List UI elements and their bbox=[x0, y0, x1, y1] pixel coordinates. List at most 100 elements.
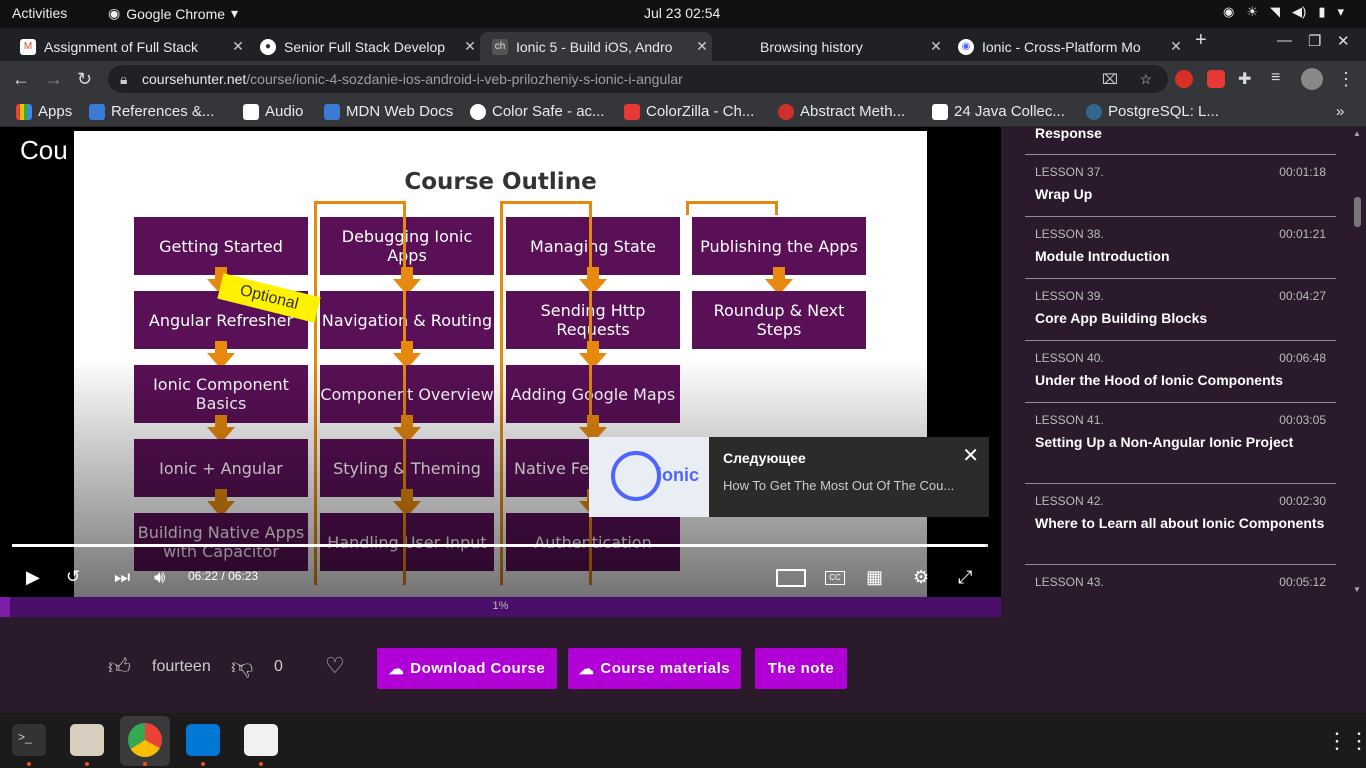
lesson-number: LESSON 37. bbox=[1035, 165, 1104, 179]
lesson-item[interactable]: LESSON 43. 00:05:12 Using Basic Ionic Comp… bbox=[1025, 565, 1336, 597]
extension-video-icon[interactable] bbox=[1207, 70, 1225, 88]
tab-ionic-framework[interactable]: ◉ Ionic - Cross-Platform Mo ✕ bbox=[946, 32, 1186, 61]
reload-icon[interactable]: ↻ bbox=[77, 69, 92, 90]
close-icon[interactable]: ✕ bbox=[1166, 38, 1186, 55]
cloud-download-icon: ☁ bbox=[578, 660, 595, 678]
tab-assignment[interactable]: M Assignment of Full Stack ✕ bbox=[8, 32, 248, 61]
up-next-title[interactable]: How To Get The Most Out Of The Cou... bbox=[723, 478, 979, 493]
vscode-icon[interactable] bbox=[186, 724, 220, 756]
close-icon[interactable]: ✕ bbox=[926, 38, 946, 55]
up-next-card[interactable]: ionic Следующее How To Get The Most Out … bbox=[589, 437, 989, 517]
amazon-icon bbox=[243, 103, 259, 120]
grid-icon[interactable]: ▦ bbox=[866, 567, 883, 588]
app-menu[interactable]: ◉ Google Chrome ▾ bbox=[108, 5, 238, 22]
lesson-item[interactable]: LESSON 37. 00:01:18 Wrap Up bbox=[1025, 155, 1336, 217]
running-indicator bbox=[27, 762, 31, 766]
back-icon[interactable]: ← bbox=[12, 69, 30, 90]
close-icon[interactable]: ✕ bbox=[228, 38, 248, 55]
bookmark-mdn[interactable]: MDN Web Docs bbox=[324, 103, 453, 120]
clock[interactable]: Jul 23 02:54 bbox=[644, 5, 720, 21]
slide-title: Course Outline bbox=[404, 169, 597, 195]
video-title: Cou bbox=[20, 135, 68, 165]
tab-browsing-history[interactable]: Browsing history ✕ bbox=[724, 32, 946, 61]
extensions-puzzle-icon[interactable]: ✚ bbox=[1238, 69, 1251, 89]
play-icon[interactable]: ▶ bbox=[26, 567, 40, 588]
lesson-number: LESSON 38. bbox=[1035, 227, 1104, 241]
activities-button[interactable]: Activities bbox=[12, 5, 67, 21]
menu-icon[interactable]: ⋮ bbox=[1337, 69, 1355, 90]
new-tab-icon[interactable]: + bbox=[1195, 29, 1207, 52]
note-button[interactable]: The note bbox=[755, 648, 847, 689]
bookmarks-bar: Apps References &... Audio MDN Web Docs … bbox=[0, 97, 1366, 127]
tab-ionic-course[interactable]: ch Ionic 5 - Build iOS, Andro ✕ bbox=[480, 32, 712, 61]
lesson-duration: 00:02:30 bbox=[1279, 494, 1326, 508]
bookmark-apps[interactable]: Apps bbox=[16, 103, 72, 120]
download-course-button[interactable]: ☁ Download Course bbox=[377, 648, 557, 689]
scroll-up-icon[interactable]: ▲ bbox=[1353, 129, 1361, 138]
chrome-icon[interactable] bbox=[128, 723, 162, 757]
text-editor-icon[interactable] bbox=[244, 724, 278, 756]
close-window-icon[interactable]: ✕ bbox=[1337, 32, 1350, 50]
bookmark-label: References &... bbox=[111, 103, 215, 120]
battery-icon: ▮ bbox=[1318, 4, 1326, 19]
course-progress-text: 1% bbox=[492, 600, 509, 612]
captions-icon[interactable]: CC bbox=[825, 571, 845, 585]
scrollbar[interactable]: ▲ ▼ bbox=[1349, 127, 1366, 597]
lesson-item[interactable]: LESSON 38. 00:01:21 Module Introduction bbox=[1025, 217, 1336, 279]
rewind-10-icon[interactable]: ↺ bbox=[66, 567, 80, 587]
bookmarks-overflow-icon[interactable]: » bbox=[1336, 103, 1344, 120]
fullscreen-icon[interactable]: ⤢ bbox=[958, 567, 972, 588]
bookmark-references[interactable]: References &... bbox=[89, 103, 214, 120]
bookmark-postgres[interactable]: PostgreSQL: L... bbox=[1086, 103, 1219, 120]
bookmark-java[interactable]: 24 Java Collec... bbox=[932, 103, 1065, 120]
lesson-number: LESSON 42. bbox=[1035, 494, 1104, 508]
extension-adblock-icon[interactable] bbox=[1175, 70, 1193, 88]
next-icon[interactable]: ⏭ bbox=[114, 567, 130, 588]
lesson-item[interactable]: LESSON 41. 00:03:05 Setting Up a Non-Angul… bbox=[1025, 403, 1336, 484]
bookmark-colorzilla[interactable]: ColorZilla - Ch... bbox=[624, 103, 754, 120]
lesson-number: LESSON 41. bbox=[1035, 413, 1104, 427]
scroll-down-icon[interactable]: ▼ bbox=[1353, 585, 1361, 594]
minimize-icon[interactable]: — bbox=[1277, 32, 1292, 49]
tab-senior-dev[interactable]: ● Senior Full Stack Develop ✕ bbox=[248, 32, 480, 61]
show-apps-icon[interactable]: ⋮⋮⋮ bbox=[1326, 728, 1366, 754]
thumbs-down-icon[interactable]: 👎︎ bbox=[231, 653, 253, 680]
lesson-item[interactable]: LESSON 39. 00:04:27 Core App Building Bloc… bbox=[1025, 279, 1336, 341]
bookmark-icon bbox=[89, 103, 105, 120]
star-icon[interactable]: ☆ bbox=[1139, 65, 1152, 93]
record-icon[interactable]: ◉ bbox=[1223, 4, 1234, 20]
course-materials-button[interactable]: ☁ Course materials bbox=[568, 648, 741, 689]
lesson-item[interactable]: LESSON 42. 00:02:30 Where to Learn all abo… bbox=[1025, 484, 1336, 565]
maximize-icon[interactable]: ❐ bbox=[1308, 32, 1321, 50]
media-control-icon[interactable]: ≡ bbox=[1271, 69, 1280, 87]
close-icon[interactable]: ✕ bbox=[460, 38, 480, 55]
close-icon[interactable]: ✕ bbox=[962, 443, 979, 468]
ionic-icon: ◉ bbox=[958, 38, 974, 55]
forward-icon[interactable]: → bbox=[45, 69, 63, 90]
close-icon[interactable]: ✕ bbox=[692, 38, 712, 55]
files-icon[interactable] bbox=[70, 724, 104, 756]
time-display: 06:22 / 06:23 bbox=[188, 569, 258, 583]
address-bar[interactable]: 🔒︎ coursehunter.net/course/ionic-4-sozda… bbox=[108, 65, 1168, 93]
heart-icon[interactable]: ♡ bbox=[325, 653, 345, 679]
thumbs-up-icon[interactable]: 👍︎ bbox=[108, 653, 131, 680]
lesson-item[interactable]: LESSON 40. 00:06:48 Under the Hood of Ioni… bbox=[1025, 341, 1336, 403]
up-next-thumbnail: ionic bbox=[589, 437, 709, 517]
bookmark-audio[interactable]: Audio bbox=[243, 103, 303, 120]
system-tray[interactable]: ◉ ☀ ◥ ◀) ▮ ▾ bbox=[1223, 4, 1344, 20]
volume-icon[interactable]: 🔊︎ bbox=[154, 567, 165, 588]
lesson-name: Under the Hood of Ionic Components bbox=[1035, 372, 1284, 388]
current-time: 06:22 bbox=[188, 569, 219, 583]
scrollbar-thumb[interactable] bbox=[1354, 197, 1361, 227]
translate-icon[interactable]: ⌧ bbox=[1102, 65, 1118, 93]
video-progress-bar[interactable] bbox=[12, 544, 988, 547]
avatar[interactable] bbox=[1301, 68, 1323, 90]
video-player[interactable]: Course Outline Getting Started Angular Re… bbox=[0, 127, 1001, 597]
theater-mode-icon[interactable] bbox=[776, 569, 806, 587]
bookmark-abstract[interactable]: Abstract Meth... bbox=[778, 103, 905, 120]
gear-icon[interactable]: ⚙ bbox=[913, 567, 929, 588]
button-label: Download Course bbox=[410, 660, 546, 677]
bookmark-color-safe[interactable]: Color Safe - ac... bbox=[470, 103, 605, 120]
ionic-logo-icon bbox=[611, 451, 661, 501]
terminal-icon[interactable]: >_ bbox=[12, 724, 46, 756]
